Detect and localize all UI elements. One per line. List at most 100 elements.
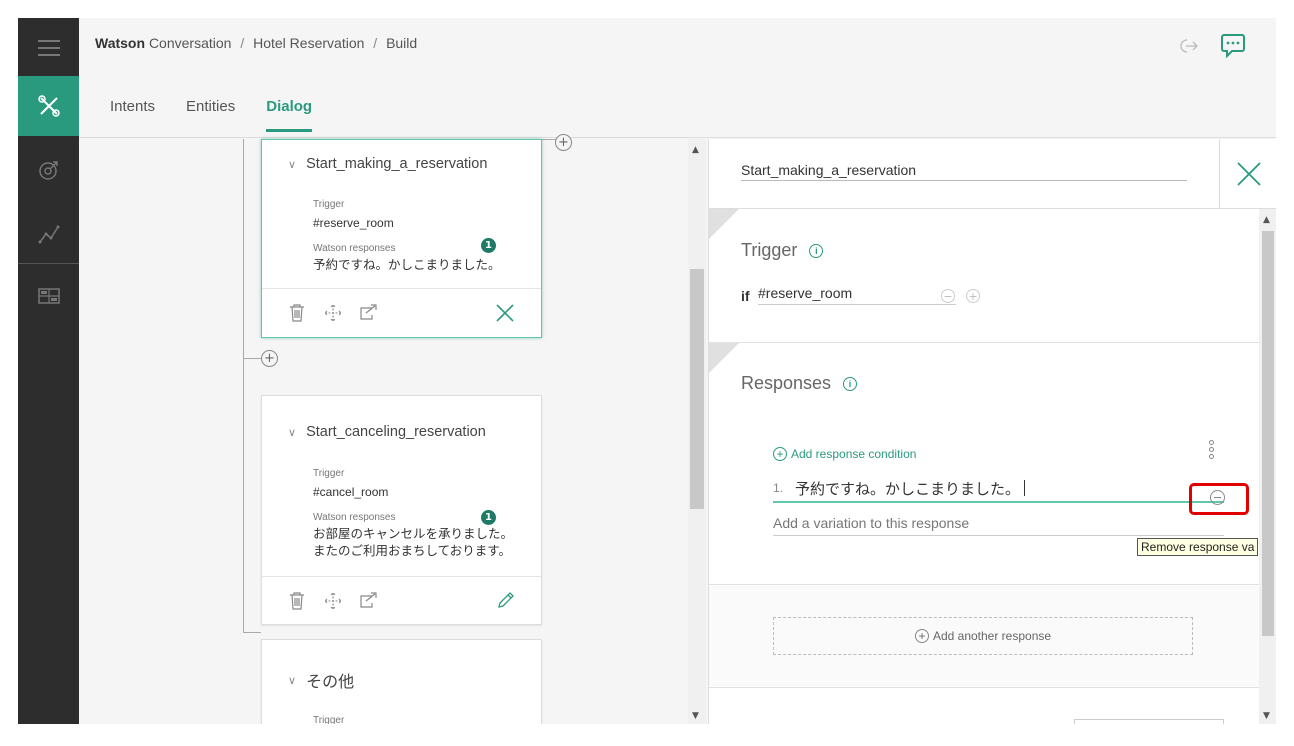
section-corner xyxy=(709,343,739,373)
hamburger-icon xyxy=(37,40,60,56)
add-variation-input[interactable]: Add a variation to this response xyxy=(773,515,1224,536)
product-name: Conversation xyxy=(148,35,232,51)
tree-connector xyxy=(542,139,556,140)
scroll-down-icon[interactable]: ▼ xyxy=(1263,711,1270,721)
plus-icon: + xyxy=(558,135,569,150)
target-icon xyxy=(38,161,58,180)
chevron-down-icon[interactable]: ∨ xyxy=(288,158,296,171)
scroll-thumb[interactable] xyxy=(690,269,704,509)
add-condition-icon[interactable]: + xyxy=(966,289,980,303)
rail-build-button[interactable] xyxy=(18,76,79,136)
trigger-value: #reserve_room xyxy=(313,216,394,230)
responses-section: Responses i + Add response condition 1. … xyxy=(709,343,1259,585)
chat-icon xyxy=(1221,34,1245,59)
breadcrumb: Watson Conversation / Hotel Reservation … xyxy=(95,35,417,51)
node-name-input[interactable]: Start_making_a_reservation xyxy=(741,162,1187,181)
breadcrumb-workspace[interactable]: Hotel Reservation xyxy=(253,35,364,51)
scroll-up-icon[interactable]: ▲ xyxy=(692,145,699,155)
node-editor-panel: Start_making_a_reservation Trigger i if … xyxy=(708,139,1276,724)
close-icon[interactable] xyxy=(495,303,515,323)
response-count-badge: 1 xyxy=(481,510,496,525)
node-footer xyxy=(262,288,541,338)
tab-dialog[interactable]: Dialog xyxy=(266,98,313,132)
node-footer xyxy=(262,576,541,626)
dialog-node[interactable]: ∨ Start_making_a_reservation Trigger #re… xyxy=(261,139,542,338)
trigger-label: Trigger xyxy=(313,468,345,479)
trigger-section: Trigger i if #reserve_room − + xyxy=(709,209,1259,343)
try-it-button[interactable] xyxy=(1220,32,1246,62)
editor-body: Trigger i if #reserve_room − + Responses… xyxy=(709,209,1259,724)
scroll-up-icon[interactable]: ▲ xyxy=(1263,215,1270,225)
response-preview: 予約ですね。かしこまりました。 xyxy=(313,257,501,272)
trash-icon[interactable] xyxy=(289,592,305,610)
header-icons xyxy=(1180,32,1246,62)
scroll-down-icon[interactable]: ▼ xyxy=(692,711,699,721)
response-number: 1. xyxy=(773,481,784,495)
dialog-tree: + + ∨ Start_making_a_reservation Trigger… xyxy=(79,134,693,724)
dialog-node[interactable]: ∨ その他 Trigger anything_else xyxy=(261,639,542,724)
response-count-badge: 1 xyxy=(481,238,496,253)
if-label: if xyxy=(741,288,750,304)
responses-heading: Responses i xyxy=(741,373,858,394)
app-window: Watson Conversation / Hotel Reservation … xyxy=(18,18,1276,724)
remove-condition-icon[interactable]: − xyxy=(941,289,955,303)
node-title[interactable]: ∨ その他 xyxy=(288,668,354,692)
rail-divider xyxy=(18,263,79,264)
response-input[interactable]: 1. 予約ですね。かしこまりました。 xyxy=(773,475,1224,503)
rail-improve-button[interactable] xyxy=(18,140,79,200)
add-response-condition-button[interactable]: + Add response condition xyxy=(773,447,916,461)
text-caret xyxy=(1024,480,1026,496)
tree-scrollbar[interactable]: ▲ ▼ xyxy=(688,139,706,724)
tree-connector xyxy=(243,632,261,633)
trash-icon[interactable] xyxy=(289,304,305,322)
more-options-icon[interactable] xyxy=(1209,440,1214,459)
add-another-response-button[interactable]: + Add another response xyxy=(773,617,1193,655)
close-editor-button[interactable] xyxy=(1219,139,1276,209)
tooltip: Remove response va xyxy=(1137,538,1259,556)
trigger-value: #cancel_room xyxy=(313,485,389,499)
tab-intents[interactable]: Intents xyxy=(110,98,155,132)
plus-icon: + xyxy=(264,351,275,366)
plus-icon: + xyxy=(773,447,787,461)
condition-input[interactable]: #reserve_room xyxy=(758,285,956,305)
exit-button[interactable] xyxy=(1180,38,1198,57)
trigger-label: Trigger xyxy=(313,199,345,210)
brand-name: Watson xyxy=(95,35,146,51)
tab-entities[interactable]: Entities xyxy=(186,98,235,132)
tree-connector xyxy=(243,358,261,359)
response-preview: またのご利用おまちしております。 xyxy=(313,543,512,558)
move-icon[interactable] xyxy=(324,304,342,322)
rail-deploy-button[interactable] xyxy=(18,266,79,326)
add-node-button[interactable]: + xyxy=(555,134,572,151)
responses-label: Watson responses xyxy=(313,243,396,254)
footer-button[interactable] xyxy=(1074,719,1224,724)
add-node-button[interactable]: + xyxy=(261,350,278,367)
header: Watson Conversation / Hotel Reservation … xyxy=(79,18,1276,138)
breadcrumb-separator: / xyxy=(373,35,378,51)
responses-label: Watson responses xyxy=(313,512,396,523)
node-title[interactable]: ∨ Start_canceling_reservation xyxy=(288,424,486,440)
scroll-thumb[interactable] xyxy=(1262,231,1274,636)
response-text: 予約ですね。かしこまりました。 xyxy=(795,479,1021,498)
edit-icon[interactable] xyxy=(497,591,515,609)
node-title[interactable]: ∨ Start_making_a_reservation xyxy=(288,156,487,172)
editor-header: Start_making_a_reservation xyxy=(709,139,1276,209)
dialog-node[interactable]: ∨ Start_canceling_reservation Trigger #c… xyxy=(261,395,542,625)
info-icon[interactable]: i xyxy=(809,243,824,258)
trigger-heading: Trigger i xyxy=(741,240,824,261)
info-icon[interactable]: i xyxy=(843,376,858,391)
jump-icon[interactable] xyxy=(360,592,378,608)
section-corner xyxy=(709,209,739,239)
breadcrumb-page: Build xyxy=(386,35,418,51)
jump-icon[interactable] xyxy=(360,304,378,320)
close-icon xyxy=(1236,162,1261,186)
rail-analytics-button[interactable] xyxy=(18,204,79,264)
chevron-down-icon[interactable]: ∨ xyxy=(288,674,296,687)
editor-scrollbar[interactable]: ▲ ▼ xyxy=(1259,209,1276,724)
move-icon[interactable] xyxy=(324,592,342,610)
analytics-icon xyxy=(38,225,59,244)
chevron-down-icon[interactable]: ∨ xyxy=(288,426,296,439)
plus-icon: + xyxy=(914,629,929,643)
tools-icon xyxy=(37,95,60,117)
menu-button[interactable] xyxy=(18,18,79,78)
